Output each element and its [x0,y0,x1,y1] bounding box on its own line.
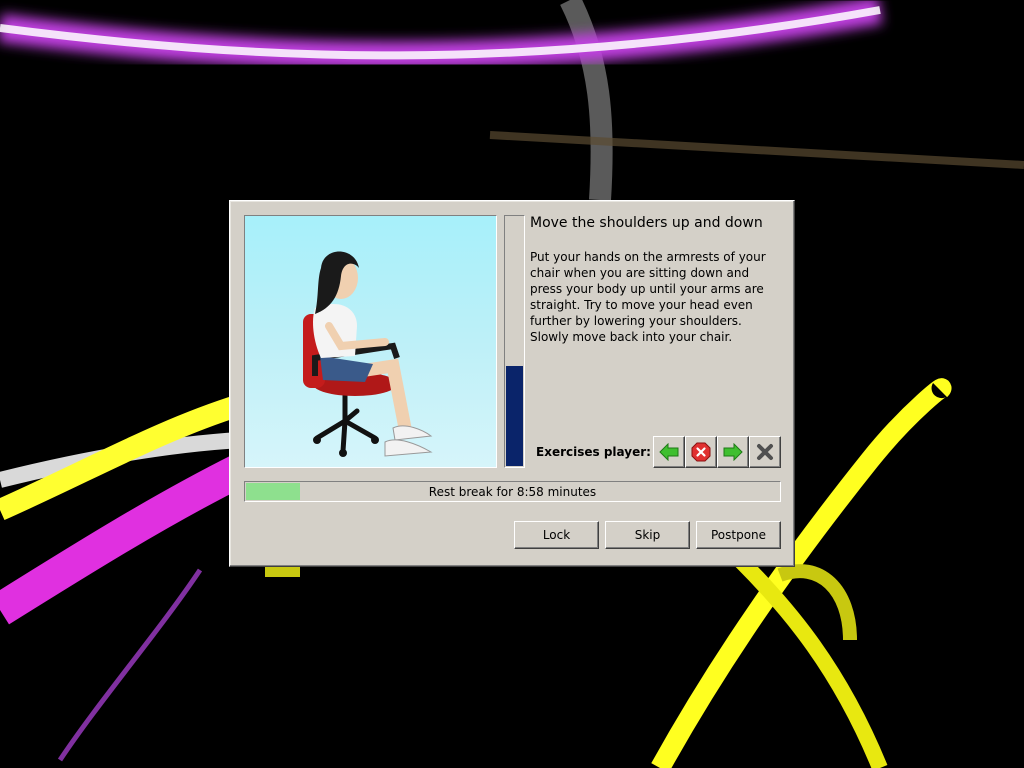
rest-break-countdown: Rest break for 8:58 minutes [428,484,597,499]
next-exercise-button[interactable] [717,436,749,468]
rest-break-dialog: Move the shoulders up and down Put your … [229,200,795,567]
close-icon [757,444,773,460]
exercise-progress-fill [506,365,523,466]
previous-exercise-button[interactable] [653,436,685,468]
stop-exercise-button[interactable] [685,436,717,468]
exercise-progress-bar [504,215,525,468]
stop-icon [691,442,711,462]
exercise-description: Put your hands on the armrests of your c… [530,250,766,344]
exercises-player-label: Exercises player: [536,445,651,459]
skip-button[interactable]: Skip [605,521,690,549]
arrow-left-icon [659,443,679,461]
exercise-illustration [244,215,497,468]
close-exercises-button[interactable] [749,436,781,468]
postpone-button[interactable]: Postpone [696,521,781,549]
rest-break-progress-bar: Rest break for 8:58 minutes [244,481,781,502]
arrow-right-icon [723,443,743,461]
exercise-title: Move the shoulders up and down [530,215,763,231]
lock-button[interactable]: Lock [514,521,599,549]
